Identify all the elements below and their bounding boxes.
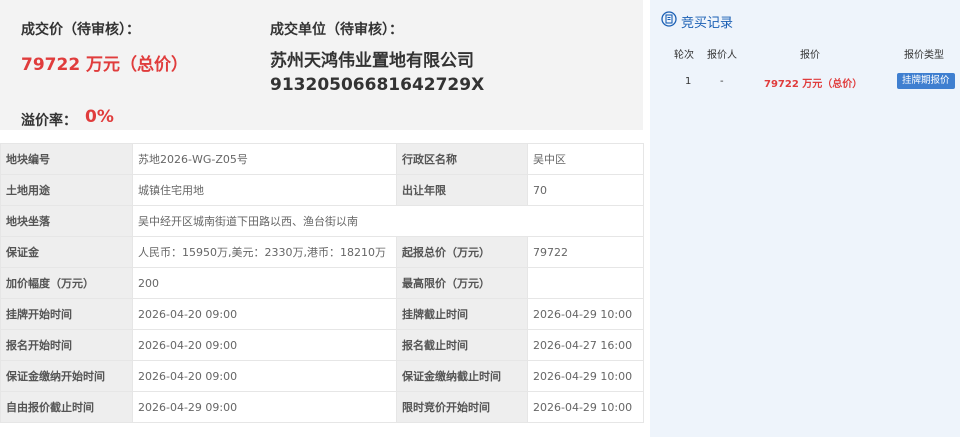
bid-bidder: - (720, 76, 724, 87)
info-key: 报名截止时间 (396, 329, 528, 361)
company-name: 苏州天鸿伟业置地有限公司 (270, 51, 474, 71)
info-value: 城镇住宅用地 (132, 174, 397, 206)
info-value: 苏地2026-WG-Z05号 (132, 143, 397, 175)
info-key: 保证金缴纳开始时间 (0, 360, 133, 392)
col-round: 轮次 (674, 50, 694, 61)
info-value: 2026-04-20 09:00 (132, 298, 397, 330)
info-key: 限时竞价开始时间 (396, 391, 528, 423)
info-value: 2026-04-20 09:00 (132, 329, 397, 361)
bidding-record-panel: 竞买记录 轮次 报价人 报价 报价类型 1 - 79722 万元（总价） 挂牌期… (650, 0, 960, 437)
table-row: 地块编号 苏地2026-WG-Z05号 行政区名称 吴中区 (0, 143, 644, 175)
info-key: 报名开始时间 (0, 329, 133, 361)
bidding-record-header: 竞买记录 (661, 11, 734, 31)
table-row: 土地用途 城镇住宅用地 出让年限 70 (0, 174, 644, 206)
company-code: 91320506681642729X (270, 75, 485, 95)
info-key: 加价幅度（万元） (0, 267, 133, 299)
col-price: 报价 (800, 50, 820, 61)
table-row: 自由报价截止时间 2026-04-29 09:00 限时竞价开始时间 2026-… (0, 391, 644, 423)
record-icon (661, 11, 677, 31)
info-key: 保证金缴纳截止时间 (396, 360, 528, 392)
info-value: 2026-04-29 10:00 (527, 298, 644, 330)
info-value: 人民币：15950万,美元：2330万,港币：18210万 (132, 236, 397, 268)
info-key: 土地用途 (0, 174, 133, 206)
info-key: 地块编号 (0, 143, 133, 175)
deal-unit-label: 成交单位（待审核）： (270, 22, 403, 38)
info-key: 起报总价（万元） (396, 236, 528, 268)
info-value: 吴中区 (527, 143, 644, 175)
bid-round: 1 (685, 76, 692, 87)
table-row: 保证金 人民币：15950万,美元：2330万,港币：18210万 起报总价（万… (0, 236, 644, 268)
info-value: 2026-04-20 09:00 (132, 360, 397, 392)
info-value: 2026-04-29 09:00 (132, 391, 397, 423)
bid-type-badge: 挂牌期报价 (897, 73, 955, 89)
info-key: 最高限价（万元） (396, 267, 528, 299)
info-value: 2026-04-29 10:00 (527, 360, 644, 392)
premium-rate-value: 0% (85, 107, 114, 127)
col-bidder: 报价人 (707, 50, 737, 61)
deal-price-value: 79722 万元（总价） (21, 55, 189, 75)
table-row: 加价幅度（万元） 200 最高限价（万元） (0, 267, 644, 299)
info-key: 挂牌截止时间 (396, 298, 528, 330)
deal-summary-panel: 成交价（待审核）： 79722 万元（总价） 成交单位（待审核）： 苏州天鸿伟业… (0, 0, 643, 130)
premium-rate-label: 溢价率： (21, 113, 77, 129)
info-key: 出让年限 (396, 174, 528, 206)
info-key: 行政区名称 (396, 143, 528, 175)
table-row: 保证金缴纳开始时间 2026-04-20 09:00 保证金缴纳截止时间 202… (0, 360, 644, 392)
table-row: 地块坐落 吴中经开区城南街道下田路以西、渔台街以南 (0, 205, 644, 237)
col-type: 报价类型 (904, 50, 944, 61)
info-value: 79722 (527, 236, 644, 268)
info-key: 保证金 (0, 236, 133, 268)
info-value: 70 (527, 174, 644, 206)
info-value: 吴中经开区城南街道下田路以西、渔台街以南 (132, 205, 644, 237)
deal-price-label: 成交价（待审核）： (21, 22, 140, 38)
bid-price: 79722 万元（总价） (764, 79, 863, 90)
info-key: 自由报价截止时间 (0, 391, 133, 423)
land-info-table: 地块编号 苏地2026-WG-Z05号 行政区名称 吴中区 土地用途 城镇住宅用… (0, 143, 644, 423)
info-key: 地块坐落 (0, 205, 133, 237)
info-value: 200 (132, 267, 397, 299)
table-row: 挂牌开始时间 2026-04-20 09:00 挂牌截止时间 2026-04-2… (0, 298, 644, 330)
table-row: 报名开始时间 2026-04-20 09:00 报名截止时间 2026-04-2… (0, 329, 644, 361)
bidding-record-title: 竞买记录 (681, 15, 734, 31)
info-value: 2026-04-29 10:00 (527, 391, 644, 423)
info-value: 2026-04-27 16:00 (527, 329, 644, 361)
info-value (527, 267, 644, 299)
info-key: 挂牌开始时间 (0, 298, 133, 330)
